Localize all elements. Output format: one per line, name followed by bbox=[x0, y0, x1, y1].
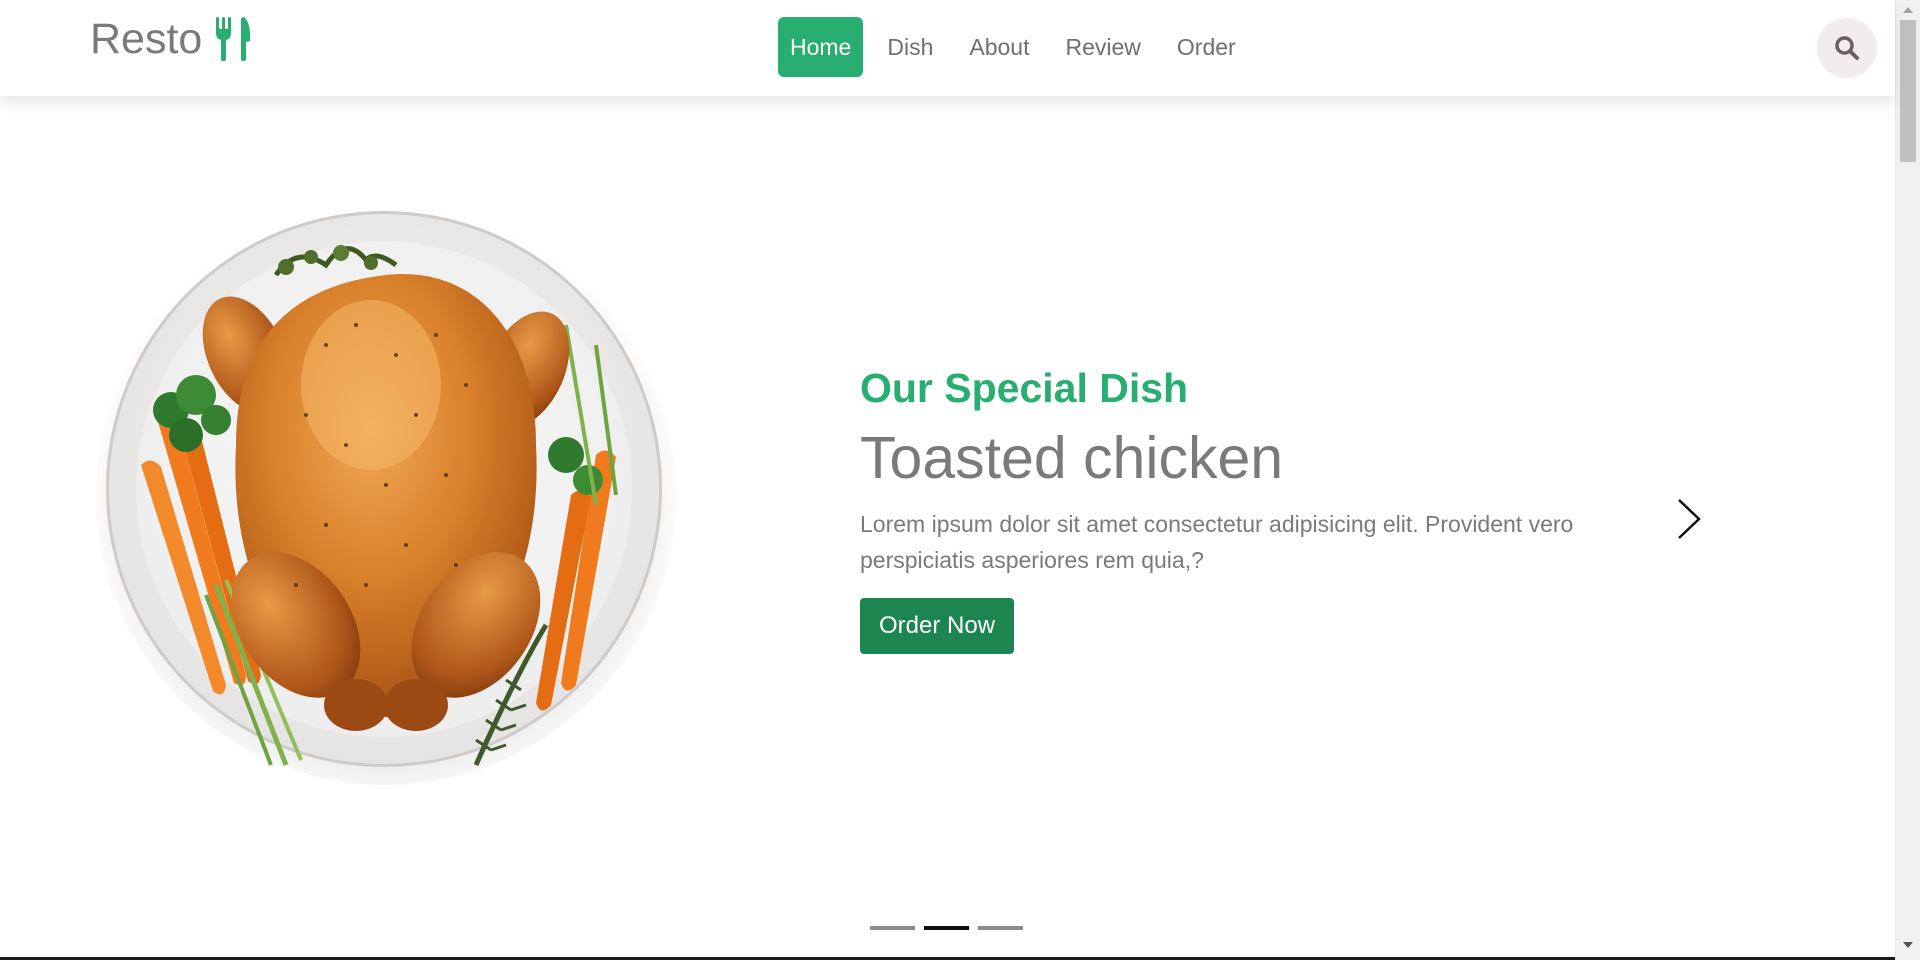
slider-pagination bbox=[870, 926, 1023, 930]
slide-dot-2[interactable] bbox=[924, 926, 969, 930]
site-header: Resto Home Dish About Review Order bbox=[0, 0, 1895, 96]
nav-about[interactable]: About bbox=[957, 17, 1041, 77]
search-button[interactable] bbox=[1817, 18, 1877, 78]
hero-content: Our Special Dish Toasted chicken Lorem i… bbox=[860, 360, 1580, 654]
hero-dish-image bbox=[96, 205, 676, 785]
nav-dish[interactable]: Dish bbox=[875, 17, 945, 77]
logo[interactable]: Resto bbox=[90, 14, 252, 64]
scroll-up-arrow-icon[interactable] bbox=[1903, 7, 1913, 13]
logo-text: Resto bbox=[90, 14, 203, 63]
slide-dot-1[interactable] bbox=[870, 926, 915, 930]
utensils-icon bbox=[216, 17, 251, 61]
page-scrollbar[interactable] bbox=[1895, 0, 1920, 960]
slide-dot-3[interactable] bbox=[978, 926, 1023, 930]
search-icon bbox=[1835, 36, 1859, 60]
nav-review[interactable]: Review bbox=[1053, 17, 1152, 77]
hero-subtitle: Our Special Dish bbox=[860, 365, 1189, 411]
main-nav: Home Dish About Review Order bbox=[778, 17, 1248, 77]
scroll-down-arrow-icon[interactable] bbox=[1903, 942, 1913, 948]
hero-title: Toasted chicken bbox=[860, 425, 1284, 491]
roasted-chicken-illustration bbox=[141, 245, 618, 767]
nav-order[interactable]: Order bbox=[1165, 17, 1248, 77]
order-now-button[interactable]: Order Now bbox=[860, 598, 1015, 654]
scroll-thumb[interactable] bbox=[1900, 20, 1916, 162]
hero-description: Lorem ipsum dolor sit amet consectetur a… bbox=[860, 511, 1574, 573]
chevron-right-icon[interactable] bbox=[1671, 494, 1707, 544]
nav-home[interactable]: Home bbox=[778, 17, 864, 77]
page: Resto Home Dish About Review Order Our S… bbox=[0, 0, 1920, 960]
